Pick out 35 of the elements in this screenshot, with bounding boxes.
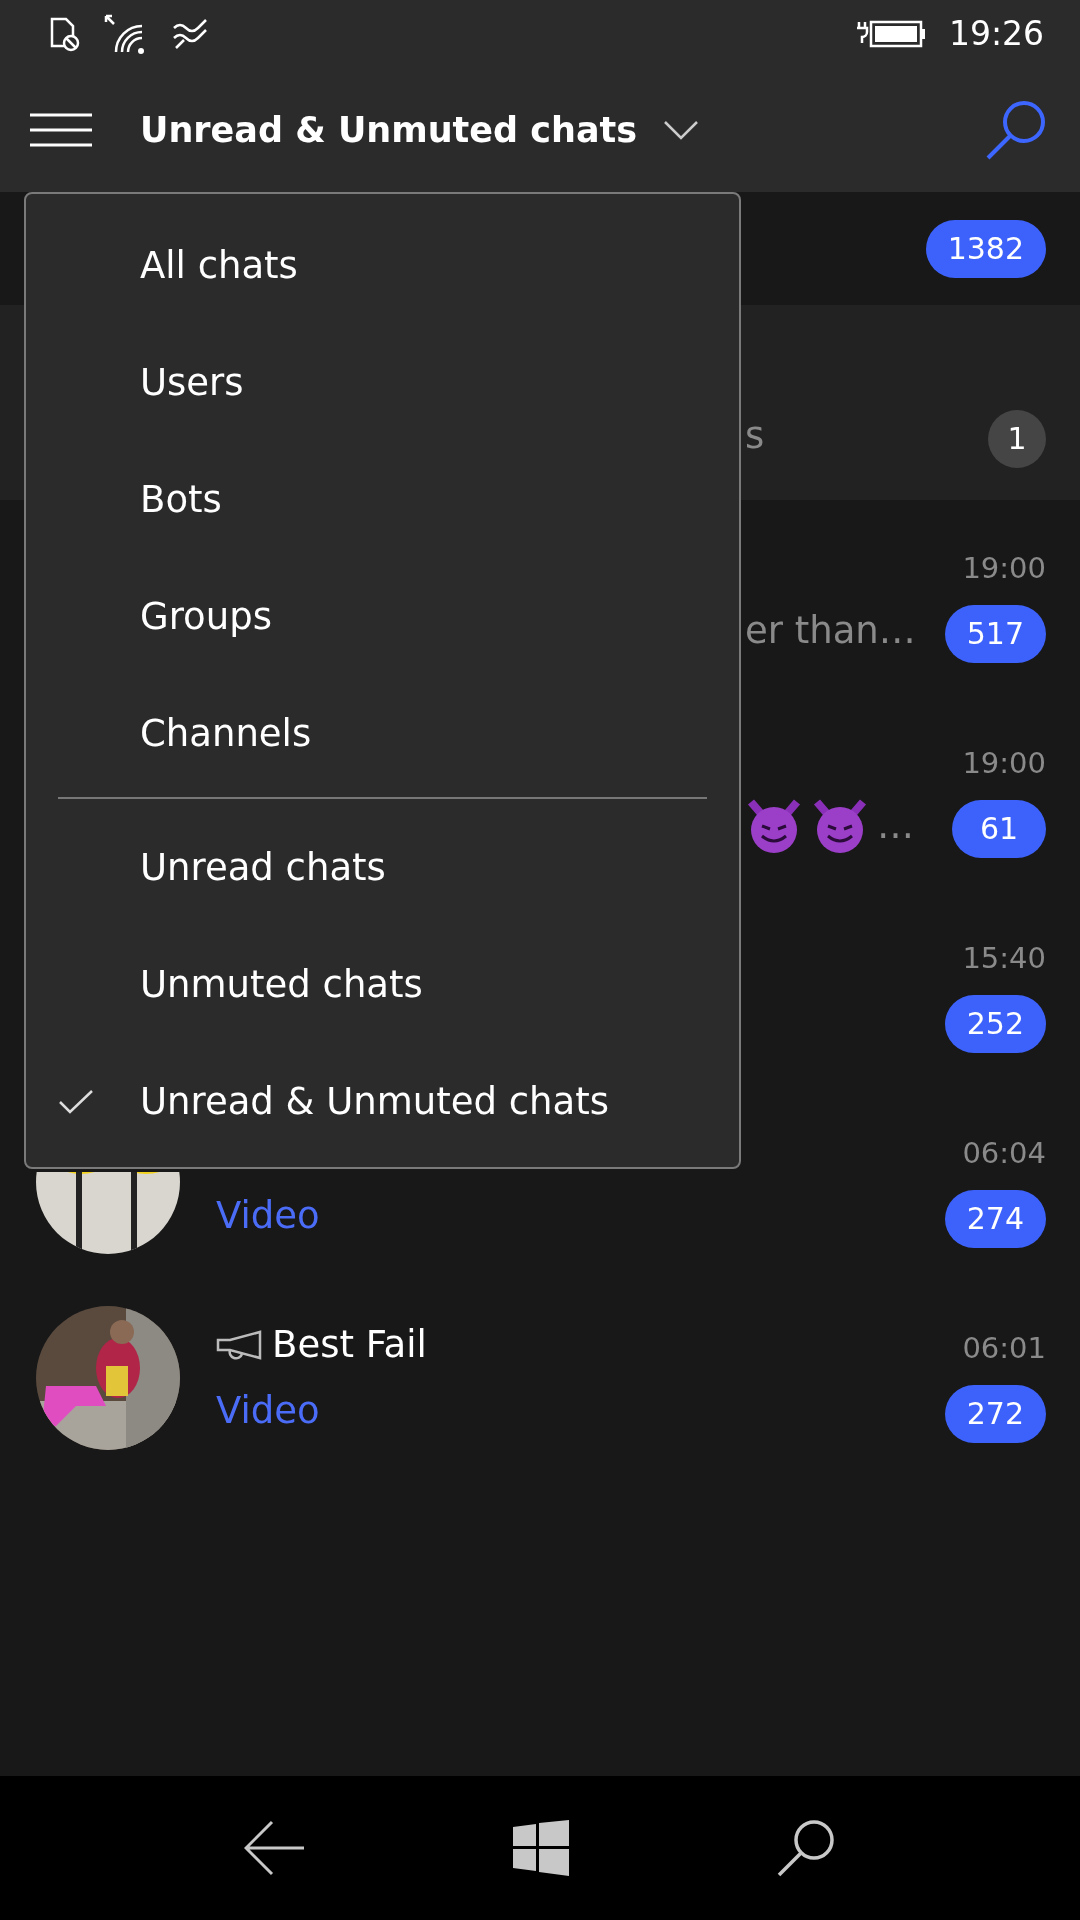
filter-menu-item[interactable]: Groups [26, 558, 739, 675]
chat-time: 06:01 [962, 1329, 1046, 1367]
windows-logo-icon[interactable] [513, 1820, 569, 1876]
filter-dropdown[interactable]: Unread & Unmuted chats [140, 109, 638, 150]
search-icon[interactable] [776, 1818, 837, 1878]
media-preview: Video [216, 1194, 320, 1237]
filter-menu-item[interactable]: Users [26, 324, 739, 441]
filter-menu-item[interactable]: Unmuted chats [26, 926, 739, 1043]
chat-time: 06:04 [962, 1134, 1046, 1172]
filter-menu-item[interactable]: All chats [26, 207, 739, 324]
filter-menu-item[interactable]: Bots [26, 441, 739, 558]
back-icon[interactable] [243, 1820, 306, 1876]
unread-count: 274 [944, 1189, 1046, 1248]
message-preview: … [877, 804, 914, 847]
unread-count: 61 [952, 799, 1046, 858]
filter-menu-item[interactable]: Unread & Unmuted chats [26, 1043, 739, 1160]
chat-name: Best Fail [272, 1323, 427, 1366]
chat-time: 15:40 [962, 939, 1046, 977]
filter-menu-item[interactable]: Channels [26, 675, 739, 792]
devil-emoji-icon [745, 797, 803, 854]
message-preview: er than… [745, 609, 916, 652]
chevron-down-icon [663, 119, 700, 140]
chat-time: 19:00 [962, 744, 1046, 782]
unread-count: 517 [944, 604, 1046, 663]
unread-count: 252 [944, 994, 1046, 1053]
message-preview: s [745, 414, 765, 457]
filter-menu-item[interactable]: Unread chats [26, 809, 739, 926]
status-time: 19:26 [948, 14, 1044, 53]
media-preview: Video [216, 1389, 320, 1432]
unread-count: 1382 [925, 219, 1046, 278]
unread-count: 1 [988, 409, 1046, 468]
unread-count: 272 [944, 1384, 1046, 1443]
menu-icon[interactable] [30, 112, 92, 147]
devil-emoji-icon [811, 797, 869, 854]
chat-time: 19:00 [962, 549, 1046, 587]
